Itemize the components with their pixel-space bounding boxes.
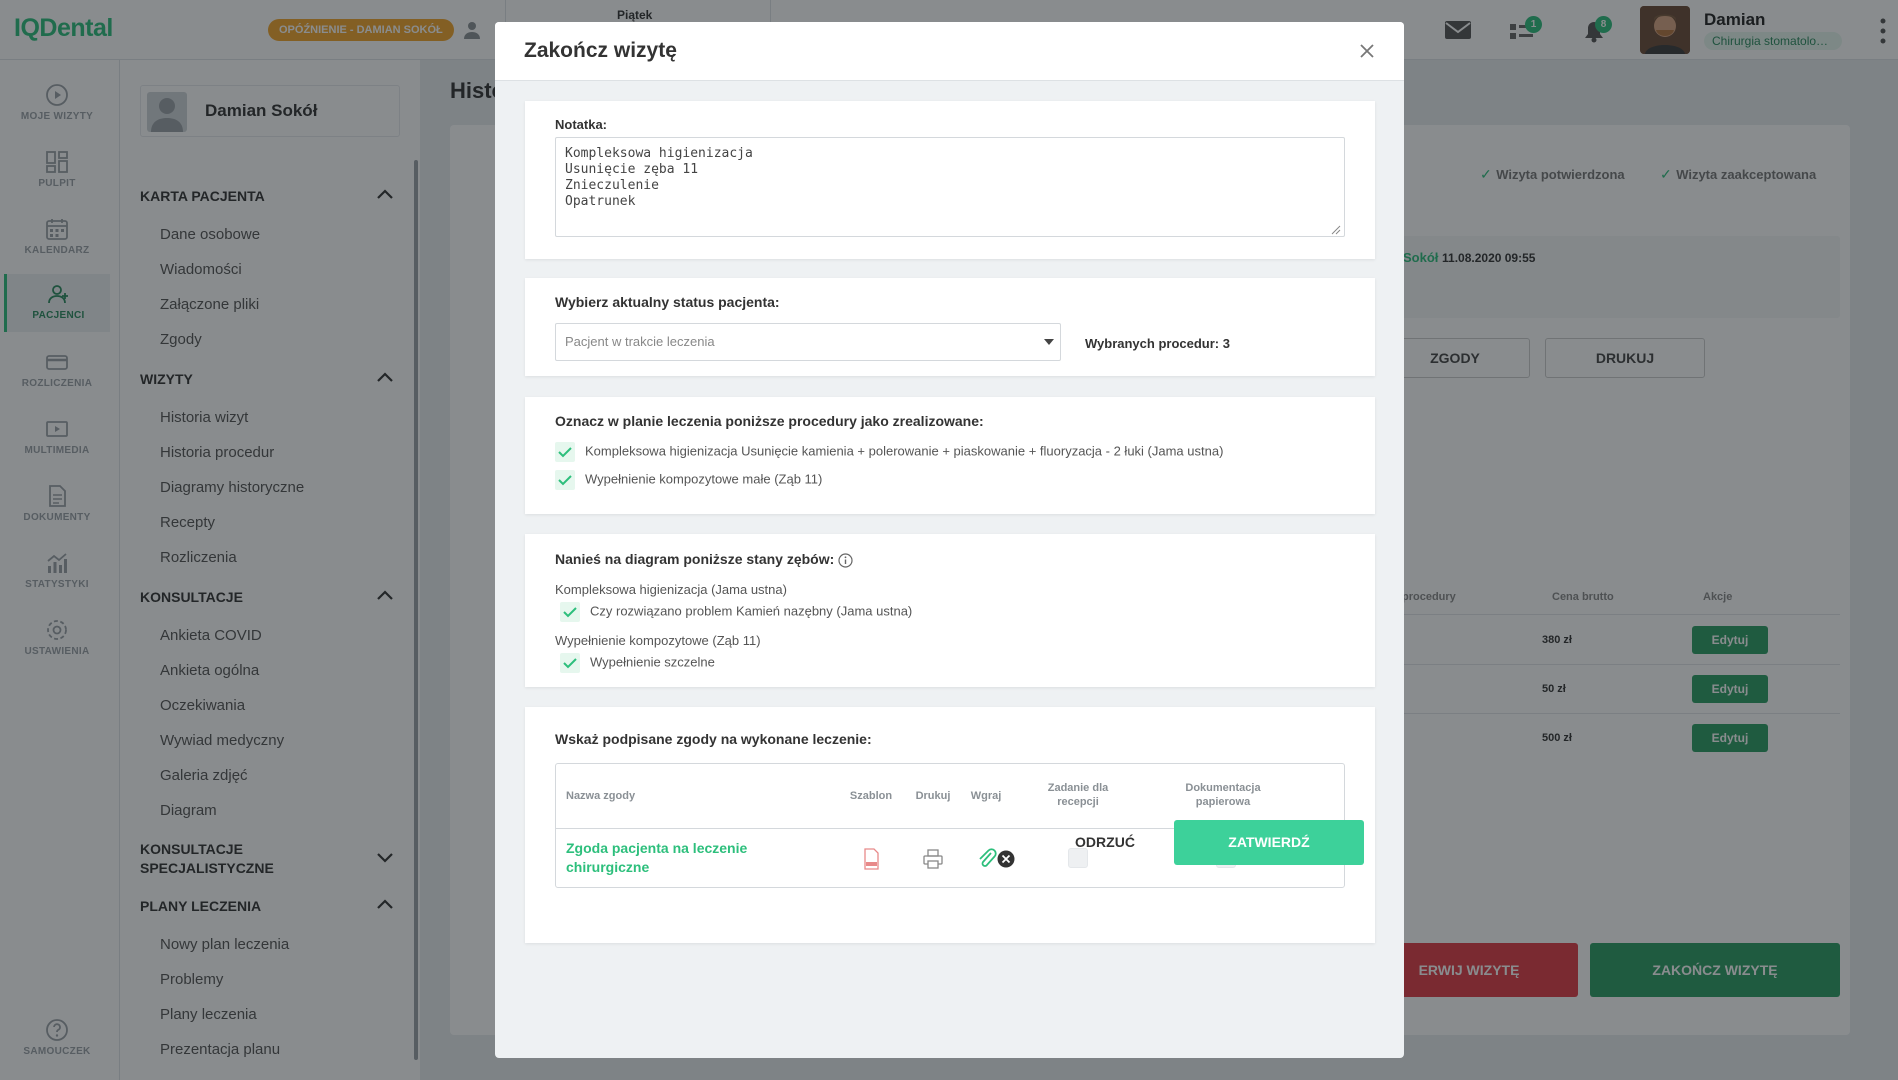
diagram-label: Nanieś na diagram poniższe stany zębów: xyxy=(555,551,853,568)
procedures-count: Wybranych procedur: 3 xyxy=(1085,336,1230,351)
status-label: Wybierz aktualny status pacjenta: xyxy=(555,294,780,310)
note-panel: Notatka: Kompleksowa higienizacja Usunię… xyxy=(525,101,1375,259)
checkbox-checked[interactable] xyxy=(560,653,580,673)
col-reception-task: Zadanie dla recepcji xyxy=(1047,782,1109,808)
diagram-group-title: Wypełnienie kompozytowe (Ząb 11) xyxy=(555,633,761,648)
diagram-item-label: Czy rozwiązano problem Kamień nazębny (J… xyxy=(590,603,913,619)
col-print: Drukuj xyxy=(915,790,951,802)
plan-item-checkbox[interactable]: Wypełnienie kompozytowe małe (Ząb 11) xyxy=(555,470,822,490)
printer-icon[interactable] xyxy=(922,848,944,870)
diagram-label-text: Nanieś na diagram poniższe stany zębów: xyxy=(555,551,835,567)
pdf-icon[interactable] xyxy=(860,848,882,870)
check-icon xyxy=(558,447,572,458)
checkbox-checked[interactable] xyxy=(560,602,580,622)
modal-header: Zakończ wizytę xyxy=(495,22,1404,81)
caret-down-icon xyxy=(1044,339,1054,345)
modal-title: Zakończ wizytę xyxy=(524,39,677,62)
paperclip-icon[interactable] xyxy=(976,848,998,870)
note-label: Notatka: xyxy=(555,117,608,132)
diagram-group-title: Kompleksowa higienizacja (Jama ustna) xyxy=(555,582,787,597)
diagram-panel: Nanieś na diagram poniższe stany zębów: … xyxy=(525,534,1375,687)
reject-button[interactable]: ODRZUĆ xyxy=(1035,820,1175,865)
consent-label: Wskaż podpisane zgody na wykonane leczen… xyxy=(555,731,872,747)
col-consent-name: Nazwa zgody xyxy=(566,790,636,802)
check-icon xyxy=(563,658,577,669)
select-value: Pacjent w trakcie leczenia xyxy=(565,334,715,349)
diagram-item-label: Wypełnienie szczelne xyxy=(590,654,715,670)
finish-visit-modal: Zakończ wizytę Notatka: Kompleksowa higi… xyxy=(495,22,1404,1058)
check-icon xyxy=(558,475,572,486)
close-icon[interactable] xyxy=(1358,42,1376,60)
plan-label: Oznacz w planie leczenia poniższe proced… xyxy=(555,413,984,429)
note-textarea[interactable]: Kompleksowa higienizacja Usunięcie zęba … xyxy=(555,137,1345,237)
plan-panel: Oznacz w planie leczenia poniższe proced… xyxy=(525,397,1375,514)
status-panel: Wybierz aktualny status pacjenta: Pacjen… xyxy=(525,278,1375,376)
remove-file-icon[interactable] xyxy=(996,849,1016,869)
plan-item-label: Wypełnienie kompozytowe małe (Ząb 11) xyxy=(585,471,823,487)
info-icon[interactable] xyxy=(838,553,853,568)
confirm-button[interactable]: ZATWIERDŹ xyxy=(1174,820,1364,865)
col-template: Szablon xyxy=(849,790,893,802)
resize-handle-icon[interactable] xyxy=(1331,225,1341,235)
check-icon xyxy=(563,607,577,618)
checkbox-checked[interactable] xyxy=(555,470,575,490)
plan-item-label: Kompleksowa higienizacja Usunięcie kamie… xyxy=(585,443,1224,459)
consent-name-link[interactable]: Zgoda pacjenta na leczenie chirurgiczne xyxy=(566,839,776,877)
diagram-item-checkbox[interactable]: Czy rozwiązano problem Kamień nazębny (J… xyxy=(560,602,912,622)
diagram-item-checkbox[interactable]: Wypełnienie szczelne xyxy=(560,653,715,673)
patient-status-select[interactable]: Pacjent w trakcie leczenia xyxy=(555,323,1061,361)
col-upload: Wgraj xyxy=(970,790,1002,802)
checkbox-checked[interactable] xyxy=(555,442,575,462)
col-paper-docs: Dokumentacja papierowa xyxy=(1185,782,1261,808)
plan-item-checkbox[interactable]: Kompleksowa higienizacja Usunięcie kamie… xyxy=(555,442,1223,462)
